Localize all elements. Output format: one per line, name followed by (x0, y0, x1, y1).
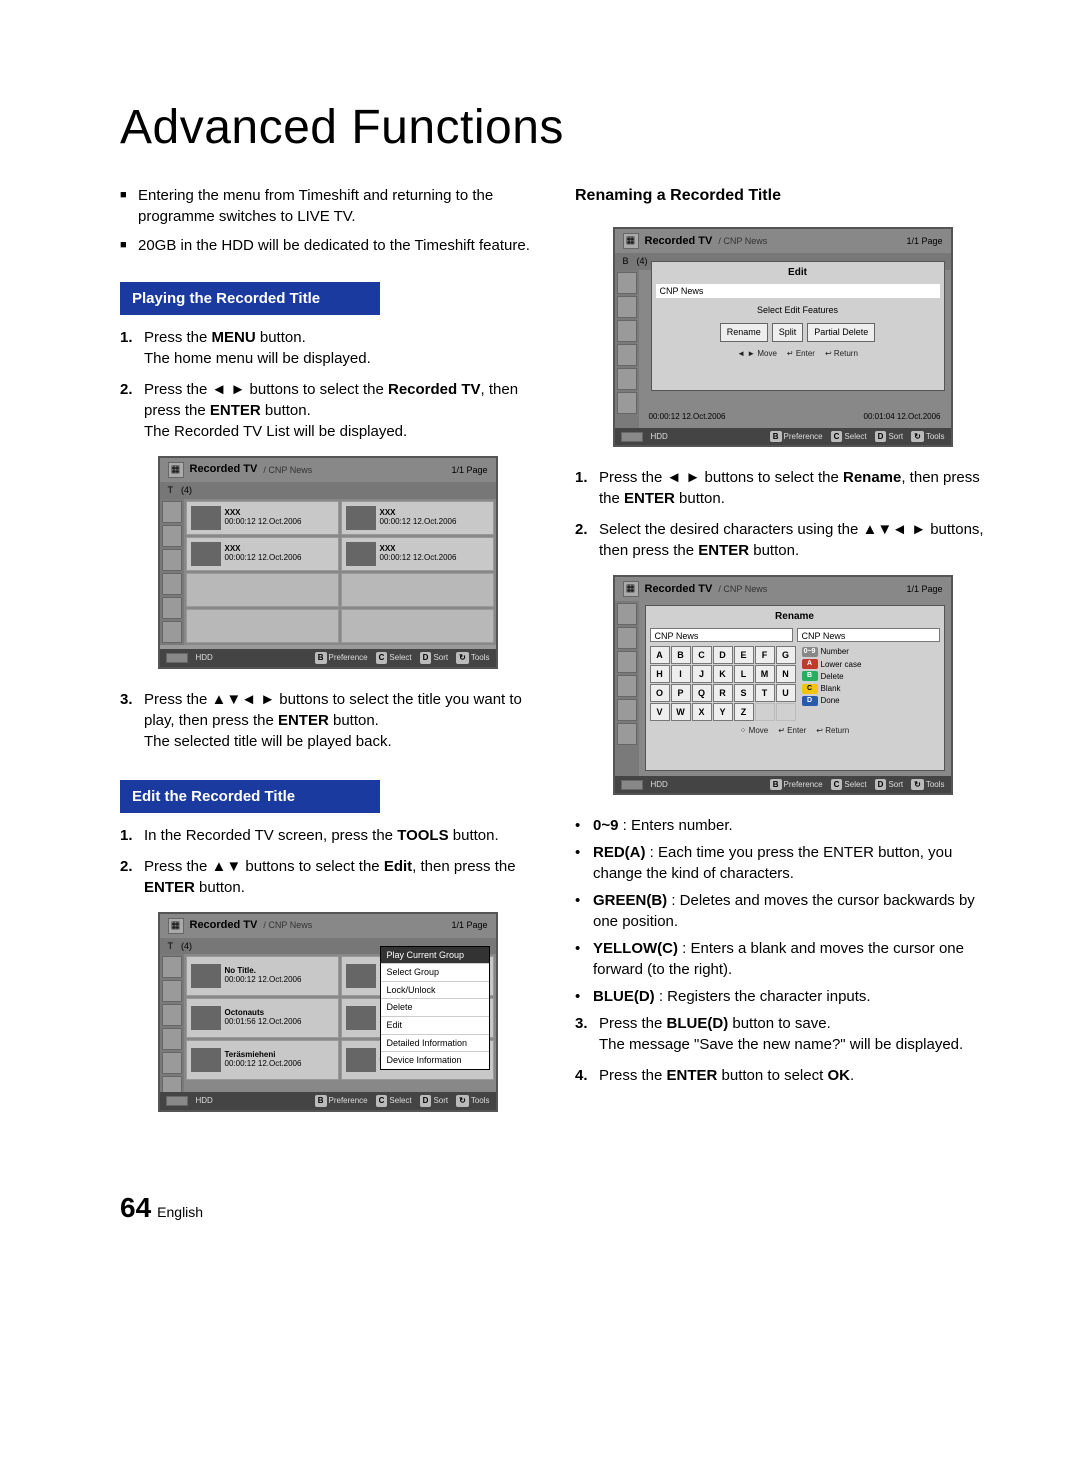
partial-delete-button: Partial Delete (807, 323, 875, 342)
osk-key: V (650, 703, 670, 721)
step-num: 2. (120, 379, 144, 442)
osk-key: X (692, 703, 712, 721)
tv-tools-menu: ▦ Recorded TV / CNP News 1/1 Page T (4) … (158, 912, 498, 1112)
section-edit-title: Edit the Recorded Title (120, 780, 380, 813)
renaming-heading: Renaming a Recorded Title (575, 185, 990, 207)
step-num: 4. (575, 1065, 599, 1086)
osk-key: Q (692, 684, 712, 702)
step-num: 3. (120, 689, 144, 752)
legend-row: 0~9Number (802, 646, 940, 657)
osk-key: W (671, 703, 691, 721)
osk-key: U (776, 684, 796, 702)
osk-key: A (650, 646, 670, 664)
left-column: ■ Entering the menu from Timeshift and r… (120, 185, 535, 1132)
osk-key: H (650, 665, 670, 683)
step-text: Select the desired characters using the … (599, 519, 990, 561)
side-icon (162, 525, 182, 547)
section-playing-title: Playing the Recorded Title (120, 282, 380, 315)
note-text: Entering the menu from Timeshift and ret… (138, 185, 535, 227)
rename-button: Rename (720, 323, 768, 342)
tv-rename-keyboard: ▦ Recorded TV / CNP News 1/1 Page Rename… (613, 575, 953, 795)
osk-grid: ABCDEFG HIJKLMN OPQRSTU VWXYZ (650, 646, 796, 721)
side-icon (162, 501, 182, 523)
osk-key: C (692, 646, 712, 664)
note-bullet: ■ (120, 185, 138, 227)
tv-icon: ▦ (168, 462, 184, 478)
osk-key: S (734, 684, 754, 702)
step-num: 2. (575, 519, 599, 561)
tools-popup: Play Current Group Select Group Lock/Unl… (380, 946, 490, 1070)
step-text: Press the ◄ ► buttons to select the Rena… (599, 467, 990, 509)
osk-key: I (671, 665, 691, 683)
osk-key: F (755, 646, 775, 664)
page-number: 64 (120, 1192, 151, 1224)
step-num: 1. (120, 327, 144, 369)
osk-key: Y (713, 703, 733, 721)
osk-key: T (755, 684, 775, 702)
step-text: Press the ◄ ► buttons to select the Reco… (144, 379, 535, 442)
step-num: 3. (575, 1013, 599, 1055)
step-num: 1. (575, 467, 599, 509)
osk-key: M (755, 665, 775, 683)
split-button: Split (772, 323, 804, 342)
osk-key (776, 703, 796, 721)
note-bullet: ■ (120, 235, 138, 256)
osk-key: N (776, 665, 796, 683)
side-icon (162, 549, 182, 571)
legend-row: CBlank (802, 683, 940, 694)
side-icon (162, 621, 182, 643)
osk-key: P (671, 684, 691, 702)
step-text: Press the ENTER button to select OK. (599, 1065, 990, 1086)
osk-key: D (713, 646, 733, 664)
osk-key: O (650, 684, 670, 702)
step-num: 2. (120, 856, 144, 898)
right-column: Renaming a Recorded Title ▦ Recorded TV … (575, 185, 990, 1132)
side-icon (162, 573, 182, 595)
osk-key: Z (734, 703, 754, 721)
osk-key: L (734, 665, 754, 683)
osk-key: J (692, 665, 712, 683)
step-text: In the Recorded TV screen, press the TOO… (144, 825, 535, 846)
page-title: Advanced Functions (120, 100, 990, 155)
osk-key: R (713, 684, 733, 702)
rename-dialog: Rename CNP News CNP News ABCDEFGHIJKLMNO… (645, 605, 945, 771)
osk-key: B (671, 646, 691, 664)
step-text: Press the MENU button. The home menu wil… (144, 327, 535, 369)
side-icon (162, 597, 182, 619)
osk-key: E (734, 646, 754, 664)
legend-row: DDone (802, 695, 940, 706)
osk-key: K (713, 665, 733, 683)
legend-row: ALower case (802, 659, 940, 670)
step-text: Press the ▲▼◄ ► buttons to select the ti… (144, 689, 535, 752)
edit-dialog: Edit CNP News Select Edit Features Renam… (651, 261, 945, 391)
tv-recorded-list: ▦ Recorded TV / CNP News 1/1 Page T (4) (158, 456, 498, 669)
tv-icon: ▦ (623, 581, 639, 597)
osk-key: G (776, 646, 796, 664)
tv-edit-dialog: ▦ Recorded TV / CNP News 1/1 Page B (4) (613, 227, 953, 447)
tv-icon: ▦ (168, 918, 184, 934)
step-num: 1. (120, 825, 144, 846)
step-text: Press the ▲▼ buttons to select the Edit,… (144, 856, 535, 898)
note-text: 20GB in the HDD will be dedicated to the… (138, 235, 530, 256)
legend-row: BDelete (802, 671, 940, 682)
page-language: English (157, 1204, 203, 1220)
hdd-icon (166, 653, 188, 663)
osk-key (755, 703, 775, 721)
step-text: Press the BLUE(D) button to save. The me… (599, 1013, 990, 1055)
tv-icon: ▦ (623, 233, 639, 249)
